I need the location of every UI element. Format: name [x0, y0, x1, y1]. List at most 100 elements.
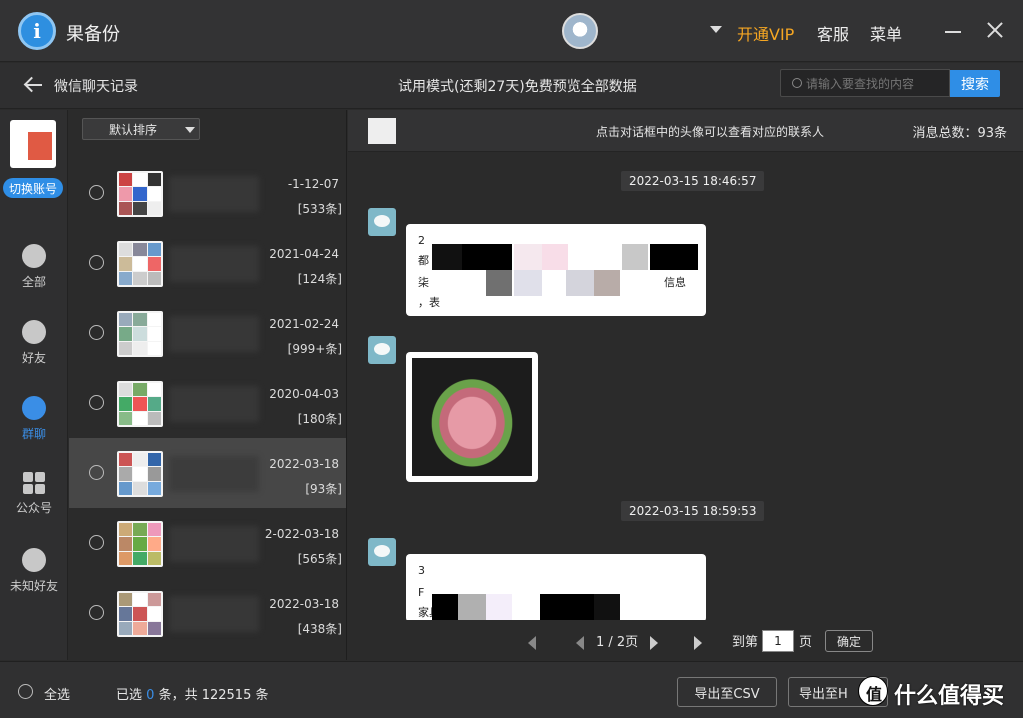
conversation-count: [565条]	[297, 552, 342, 566]
nav-item-all[interactable]: 全部	[0, 244, 68, 304]
last-page-icon[interactable]	[694, 636, 702, 650]
nav-item-friends[interactable]: 好友	[0, 320, 68, 380]
chat-header: 点击对话框中的头像可以查看对应的联系人 消息总数：93条	[348, 110, 1023, 152]
select-all-label[interactable]: 全选	[44, 684, 70, 703]
image-message[interactable]	[406, 352, 538, 482]
search-button[interactable]: 搜索	[950, 70, 1000, 97]
message-text: 2	[418, 234, 425, 247]
switch-account-button[interactable]: 切换账号	[3, 178, 63, 198]
blurred-name	[169, 246, 259, 282]
chat-panel: 点击对话框中的头像可以查看对应的联系人 消息总数：93条 2022-03-15 …	[348, 110, 1023, 660]
nav-label: 未知好友	[9, 579, 58, 593]
select-radio[interactable]	[89, 395, 104, 410]
select-radio[interactable]	[89, 465, 104, 480]
sort-dropdown[interactable]: 默认排序	[82, 118, 200, 140]
conversation-date: -1-12-07	[287, 177, 339, 191]
goto-confirm-button[interactable]: 确定	[825, 630, 873, 652]
conversation-item[interactable]: 2020-04-03 [180条]	[69, 368, 346, 438]
group-avatar[interactable]	[117, 311, 163, 357]
group-avatar[interactable]	[117, 241, 163, 287]
conversation-item[interactable]: 2-022-03-18 [565条]	[69, 508, 346, 578]
conversation-date: 2-022-03-18	[264, 527, 339, 541]
conversation-item[interactable]: 2022-03-18 [438条]	[69, 578, 346, 648]
conversation-date: 2021-02-24	[269, 317, 339, 331]
title-bar: 果备份 开通VIP 客服 菜单	[0, 0, 1023, 62]
goto-label: 到第	[732, 635, 759, 650]
message-text: 信息	[664, 276, 686, 289]
minimize-icon[interactable]	[945, 31, 961, 33]
blurred-name	[169, 386, 259, 422]
nav-item-unknown[interactable]: 未知好友	[0, 548, 68, 608]
conversation-date: 2022-03-18	[269, 457, 339, 471]
meat-photo[interactable]	[412, 358, 532, 476]
page-title: 微信聊天记录	[54, 79, 138, 95]
page-number-input[interactable]	[762, 630, 794, 652]
select-all-radio[interactable]	[18, 684, 33, 699]
service-link[interactable]: 客服	[817, 21, 849, 45]
selected-suffix: 条，共 122515 条	[158, 688, 269, 703]
back-arrow-icon[interactable]	[24, 75, 44, 95]
select-radio[interactable]	[89, 255, 104, 270]
account-avatar[interactable]	[10, 120, 56, 168]
message-text: 都	[418, 254, 429, 267]
sender-avatar[interactable]	[368, 336, 396, 364]
watermark-text: 什么值得买	[894, 684, 1005, 709]
pagination: 1 / 2页 到第 页 确定	[348, 620, 1023, 660]
select-radio[interactable]	[89, 535, 104, 550]
message-text: 柒	[418, 276, 429, 289]
message-text: ，表	[418, 296, 440, 309]
page-indicator: 1 / 2页	[596, 635, 639, 650]
conversation-item[interactable]: -1-12-07 [533条]	[69, 158, 346, 228]
prev-page-icon[interactable]	[576, 636, 584, 650]
nav-label: 公众号	[15, 501, 52, 515]
trial-notice: 试用模式(还剩27天)免费预览全部数据	[398, 79, 637, 95]
message-timestamp: 2022-03-15 18:59:53	[621, 501, 765, 521]
search-input[interactable]	[806, 75, 946, 93]
group-icon	[22, 396, 46, 420]
next-page-icon[interactable]	[650, 636, 658, 650]
select-radio[interactable]	[89, 325, 104, 340]
group-avatar[interactable]	[117, 381, 163, 427]
close-icon[interactable]	[985, 20, 1005, 40]
group-avatar[interactable]	[117, 451, 163, 497]
search-icon	[792, 78, 802, 88]
group-avatar[interactable]	[117, 171, 163, 217]
message-text: 3	[418, 564, 425, 577]
group-avatar[interactable]	[368, 118, 396, 144]
nav-label: 全部	[21, 275, 46, 289]
vip-link[interactable]: 开通VIP	[737, 21, 794, 45]
account-dropdown-icon[interactable]	[710, 26, 722, 33]
conversation-count: [93条]	[305, 482, 342, 496]
blurred-name	[169, 316, 259, 352]
blurred-name	[169, 526, 259, 562]
conversation-count: [438条]	[297, 622, 342, 636]
conversation-list: 默认排序 -1-12-07 [533条] 2021-04-24 [124条] 2021-…	[69, 110, 347, 660]
watermark: 什么值得买	[858, 672, 1023, 716]
group-avatar[interactable]	[117, 591, 163, 637]
sub-toolbar: 微信聊天记录 试用模式(还剩27天)免费预览全部数据 搜索	[0, 63, 1023, 109]
conversation-item[interactable]: 2021-04-24 [124条]	[69, 228, 346, 298]
conversation-count: [533条]	[297, 202, 342, 216]
blurred-name	[169, 456, 259, 492]
app-name: 果备份	[66, 24, 120, 45]
user-avatar[interactable]	[562, 13, 598, 49]
message-bubble: 2 都 柒 ，表 信息	[406, 224, 706, 316]
nav-item-official[interactable]: 公众号	[0, 472, 68, 532]
message-timestamp: 2022-03-15 18:46:57	[621, 171, 765, 191]
sender-avatar[interactable]	[368, 208, 396, 236]
blurred-name	[169, 596, 259, 632]
selected-count: 0	[146, 688, 155, 703]
menu-link[interactable]: 菜单	[870, 21, 902, 45]
select-radio[interactable]	[89, 605, 104, 620]
conversation-item[interactable]: 2022-03-18 [93条]	[69, 438, 346, 508]
sender-avatar[interactable]	[368, 538, 396, 566]
nav-item-groups[interactable]: 群聊	[0, 396, 68, 456]
first-page-icon[interactable]	[528, 636, 536, 650]
export-csv-button[interactable]: 导出至CSV	[677, 677, 777, 707]
conversation-date: 2021-04-24	[269, 247, 339, 261]
conversation-item[interactable]: 2021-02-24 [999+条]	[69, 298, 346, 368]
conversation-count: [124条]	[297, 272, 342, 286]
selected-prefix: 已选	[116, 688, 143, 703]
select-radio[interactable]	[89, 185, 104, 200]
group-avatar[interactable]	[117, 521, 163, 567]
